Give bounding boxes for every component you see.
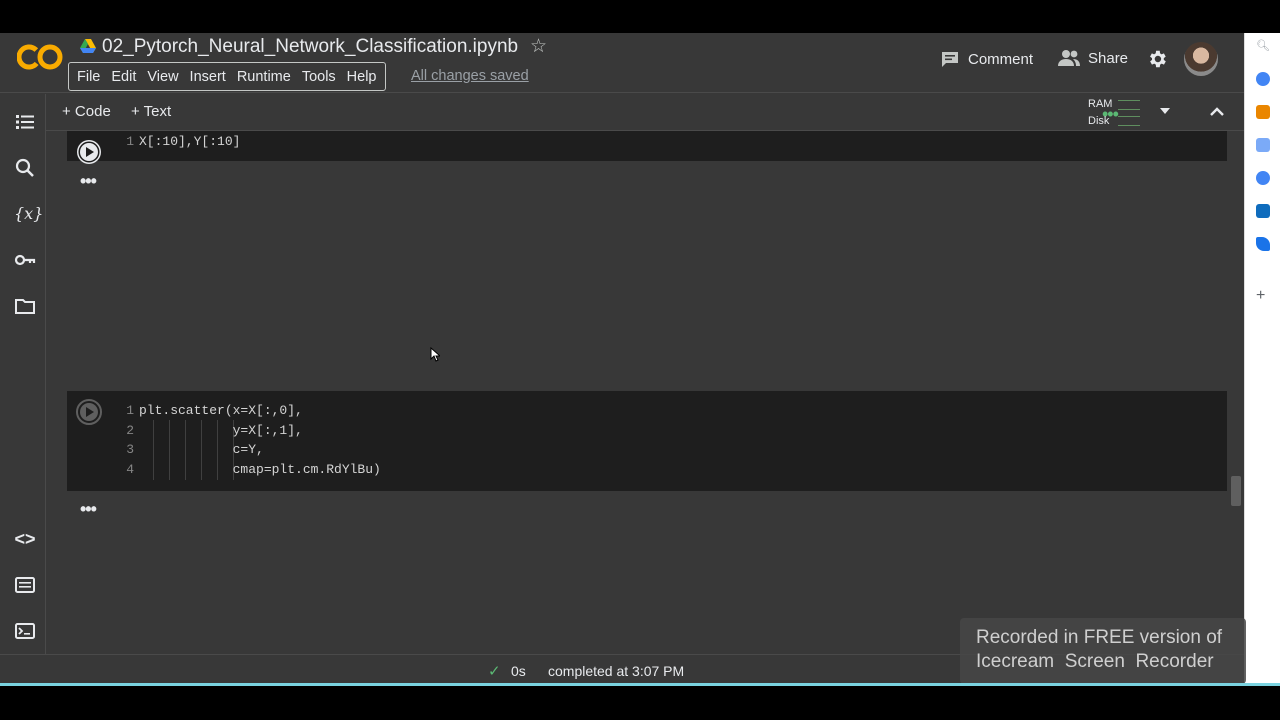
output-actions-icon[interactable]: ••• bbox=[80, 171, 97, 192]
code-line[interactable]: y=X[:,1], bbox=[139, 421, 303, 441]
outlook-icon[interactable] bbox=[1256, 204, 1270, 218]
send-icon[interactable] bbox=[1256, 237, 1270, 251]
menu-file[interactable]: File bbox=[77, 69, 100, 85]
user-avatar[interactable] bbox=[1184, 42, 1218, 76]
line-number: 1 bbox=[126, 403, 134, 418]
folder-icon[interactable] bbox=[14, 295, 36, 317]
star-icon[interactable]: ☆ bbox=[530, 35, 547, 58]
recorder-watermark: Recorded in FREE version of Icecream Scr… bbox=[960, 618, 1246, 684]
mouse-cursor-icon bbox=[430, 347, 440, 362]
menu-help[interactable]: Help bbox=[347, 69, 377, 85]
menu-insert[interactable]: Insert bbox=[190, 69, 226, 85]
ram-bar bbox=[1118, 100, 1140, 110]
header: 02_Pytorch_Neural_Network_Classification… bbox=[0, 33, 1244, 93]
extension-icon[interactable] bbox=[1256, 72, 1270, 86]
add-text-button[interactable]: + Text bbox=[131, 103, 171, 120]
execution-duration: 0s bbox=[511, 663, 526, 679]
run-cell-icon[interactable] bbox=[75, 138, 103, 166]
completion-status: completed at 3:07 PM bbox=[548, 663, 685, 679]
line-number: 3 bbox=[126, 442, 134, 457]
letterbox-bottom bbox=[0, 686, 1280, 720]
ram-label: RAM bbox=[1088, 98, 1113, 110]
search-icon[interactable] bbox=[14, 157, 36, 179]
add-code-button[interactable]: + Code bbox=[62, 103, 111, 120]
chevron-down-icon[interactable] bbox=[1158, 106, 1172, 116]
line-number: 2 bbox=[126, 422, 134, 438]
notebook-toolbar: + Code + Text ••• RAM Disk bbox=[46, 94, 1244, 131]
terminal-icon[interactable] bbox=[14, 620, 36, 642]
line-number: 4 bbox=[126, 461, 134, 477]
comment-label: Comment bbox=[968, 50, 1034, 68]
code-cell[interactable]: 1 X[:10],Y[:10] bbox=[67, 131, 1227, 164]
copilot-icon[interactable] bbox=[1256, 171, 1270, 185]
right-side-panel: 🔍︎ + bbox=[1244, 33, 1280, 686]
colab-window: 02_Pytorch_Neural_Network_Classification… bbox=[0, 33, 1280, 686]
menu-bar: File Edit View Insert Runtime Tools Help bbox=[68, 62, 386, 91]
menu-tools[interactable]: Tools bbox=[302, 69, 336, 85]
run-cell-icon[interactable] bbox=[75, 398, 103, 426]
watermark-line: Recorded in FREE version of bbox=[976, 627, 1223, 648]
disk-label: Disk bbox=[1088, 115, 1110, 127]
save-status-link[interactable]: All changes saved bbox=[411, 68, 529, 84]
share-button[interactable]: Share bbox=[1058, 49, 1128, 67]
settings-gear-icon[interactable] bbox=[1146, 48, 1168, 70]
search-icon[interactable]: 🔍︎ bbox=[1256, 39, 1270, 53]
toolbox-icon[interactable] bbox=[1256, 105, 1270, 119]
menu-runtime[interactable]: Runtime bbox=[237, 69, 291, 85]
code-line[interactable]: plt.scatter(x=X[:,0], bbox=[139, 401, 303, 421]
code-line[interactable]: cmap=plt.cm.RdYlBu) bbox=[139, 460, 381, 480]
menu-edit[interactable]: Edit bbox=[111, 69, 136, 85]
code-snippets-icon[interactable]: <> bbox=[14, 528, 36, 550]
code-line[interactable]: c=Y, bbox=[139, 440, 264, 460]
line-number: 1 bbox=[126, 134, 134, 149]
people-icon bbox=[1058, 50, 1080, 66]
google-drive-icon bbox=[80, 39, 96, 53]
comment-icon bbox=[942, 52, 958, 67]
check-icon: ✓ bbox=[488, 663, 501, 680]
colab-logo[interactable] bbox=[17, 42, 63, 72]
variables-icon[interactable]: {x} bbox=[14, 203, 43, 225]
people-icon[interactable] bbox=[1256, 138, 1270, 152]
comment-button[interactable]: Comment bbox=[940, 49, 1033, 69]
code-line[interactable]: X[:10],Y[:10] bbox=[139, 132, 240, 152]
code-cell[interactable]: 1 2 3 4 plt.scatter(x=X[:,0], y=X[:,1], … bbox=[67, 391, 1227, 491]
command-palette-icon[interactable] bbox=[14, 574, 36, 596]
output-actions-icon[interactable]: ••• bbox=[80, 499, 97, 520]
scrollbar-thumb[interactable] bbox=[1231, 476, 1241, 506]
resource-monitor[interactable]: RAM Disk bbox=[1088, 96, 1112, 130]
add-icon[interactable]: + bbox=[1256, 287, 1265, 305]
share-label: Share bbox=[1088, 49, 1129, 67]
menu-view[interactable]: View bbox=[147, 69, 178, 85]
notebook-title[interactable]: 02_Pytorch_Neural_Network_Classification… bbox=[102, 36, 518, 58]
watermark-line: Icecream Screen Recorder bbox=[976, 651, 1214, 672]
table-of-contents-icon[interactable] bbox=[14, 111, 36, 133]
collapse-header-icon[interactable] bbox=[1209, 104, 1225, 118]
disk-bar bbox=[1118, 116, 1140, 126]
key-icon[interactable] bbox=[14, 249, 36, 271]
left-sidebar: {x} <> bbox=[4, 94, 46, 686]
